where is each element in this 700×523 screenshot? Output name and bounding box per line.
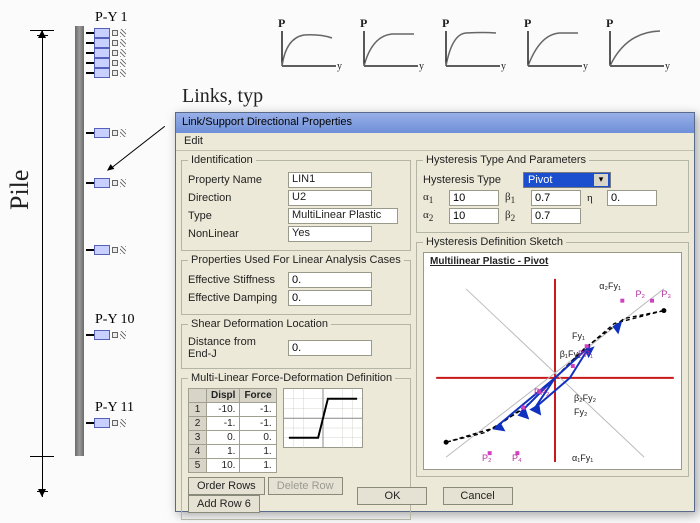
link-symbol — [86, 128, 126, 140]
py-curve-thumbnails: P y P y P y P y P y — [280, 28, 666, 68]
distance-endj-input[interactable] — [288, 340, 372, 356]
table-row: 2-1.-1. — [189, 417, 277, 431]
menu-edit[interactable]: Edit — [180, 135, 207, 147]
alpha1-input[interactable] — [449, 190, 499, 206]
py-label-1: P-Y 1 — [95, 10, 128, 26]
effective-damping-input[interactable] — [288, 290, 372, 306]
link-properties-dialog: Link/Support Directional Properties Edit… — [175, 112, 695, 512]
linear-cases-group: Properties Used For Linear Analysis Case… — [181, 254, 411, 315]
ok-button[interactable]: OK — [357, 487, 427, 505]
hysteresis-type-select[interactable]: Pivot ▾ — [523, 172, 611, 188]
link-symbol — [86, 68, 126, 80]
chevron-down-icon: ▾ — [594, 174, 608, 186]
py-label-11: P-Y 11 — [95, 400, 134, 416]
identification-group: Identification Property NameLIN1 Directi… — [181, 154, 411, 251]
hysteresis-sketch-group: Hysteresis Definition Sketch Multilinear… — [416, 236, 689, 477]
shear-location-group: Shear Deformation Location Distance from… — [181, 318, 411, 369]
table-row: 510.1. — [189, 459, 277, 473]
link-symbol — [86, 330, 126, 342]
py-curve-2: P y — [362, 28, 420, 68]
hysteresis-sketch: Multilinear Plastic - Pivot — [423, 252, 682, 470]
table-row: 41.1. — [189, 445, 277, 459]
property-name-field: LIN1 — [288, 172, 372, 188]
py-curve-1: P y — [280, 28, 338, 68]
force-deformation-table[interactable]: DisplForce 1-10.-1. 2-1.-1. 30.0. 41.1. … — [188, 388, 277, 473]
cancel-button[interactable]: Cancel — [443, 487, 513, 505]
effective-stiffness-input[interactable] — [288, 272, 372, 288]
pile-dim-line — [42, 30, 43, 497]
link-symbol — [86, 178, 126, 190]
link-symbol — [86, 245, 126, 257]
nonlinear-field: Yes — [288, 226, 372, 242]
dim-tick-bot — [30, 456, 54, 457]
mlfd-mini-plot — [283, 388, 363, 448]
table-row: 30.0. — [189, 431, 277, 445]
direction-field: U2 — [288, 190, 372, 206]
pile-axis-label: Pile — [5, 170, 35, 210]
eta-input[interactable] — [607, 190, 657, 206]
py-label-10: P-Y 10 — [95, 312, 135, 328]
beta2-input[interactable] — [531, 208, 581, 224]
dialog-menubar: Edit — [176, 133, 694, 151]
link-symbol — [86, 418, 126, 430]
py-curve-3: P y — [444, 28, 502, 68]
beta1-input[interactable] — [531, 190, 581, 206]
py-curve-4: P y — [526, 28, 584, 68]
dim-tick-top — [30, 30, 54, 31]
type-field: MultiLinear Plastic — [288, 208, 398, 224]
pile-body — [75, 26, 84, 456]
py-curve-5: P y — [608, 28, 666, 68]
hysteresis-params-group: Hysteresis Type And Parameters Hysteresi… — [416, 154, 689, 233]
links-typ-label: Links, typ — [182, 85, 263, 108]
dialog-title: Link/Support Directional Properties — [176, 113, 694, 133]
table-row: 1-10.-1. — [189, 403, 277, 417]
alpha2-input[interactable] — [449, 208, 499, 224]
